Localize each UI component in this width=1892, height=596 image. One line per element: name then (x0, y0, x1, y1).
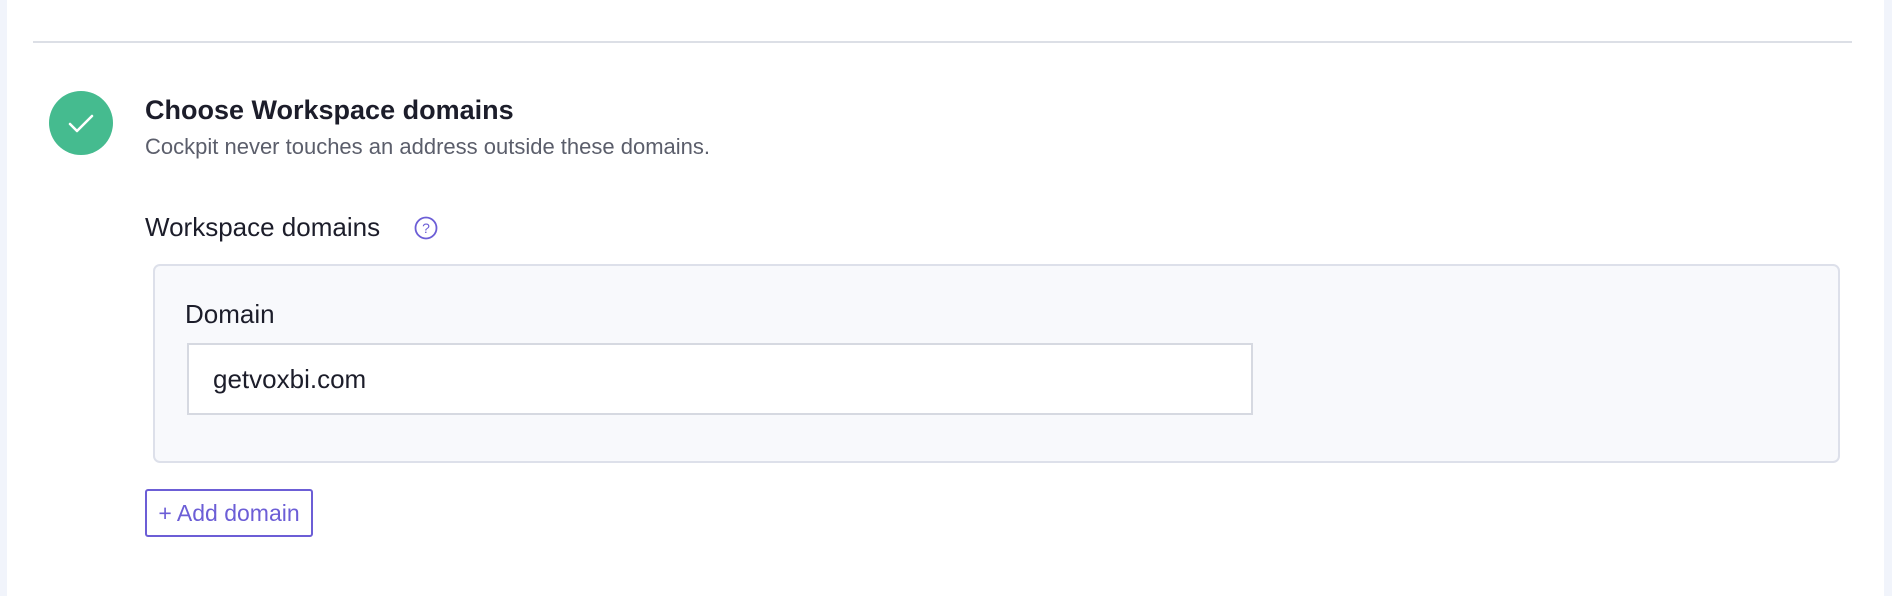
question-circle-icon[interactable]: ? (414, 216, 438, 240)
svg-text:?: ? (422, 220, 430, 236)
domain-input[interactable] (187, 343, 1253, 415)
add-domain-button[interactable]: + Add domain (145, 489, 313, 537)
domain-field-label: Domain (185, 299, 275, 329)
step-complete-badge (49, 91, 113, 155)
section-divider (33, 41, 1852, 43)
check-icon (68, 114, 94, 133)
step-subtitle: Cockpit never touches an address outside… (145, 134, 710, 159)
step-title: Choose Workspace domains (145, 95, 514, 125)
workspace-domains-label: Workspace domains (145, 212, 381, 242)
